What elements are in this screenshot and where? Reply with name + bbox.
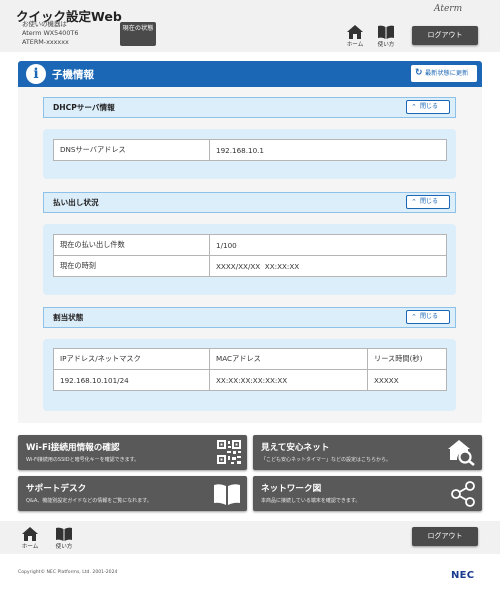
device-id: ATERM-xxxxxx [22, 38, 69, 46]
header: クイック設定Web お使いの機器は Aterm WX5400T6 ATERM-x… [0, 0, 500, 52]
lease-table: 現在の払い出し件数 1/100 現在の時刻 XXXX/XX/XX XX:XX:X… [53, 234, 447, 277]
table-header-row: IPアドレス/ネットマスク MACアドレス リース時間(秒) [53, 348, 447, 370]
nec-logo: NEC [451, 570, 475, 581]
wifi-info-desc: Wi-Fi接続用のSSIDと暗号化キーを確認できます。 [26, 457, 140, 463]
dhcp-section-header: DHCPサーバ情報 ⌃ 閉じる [43, 97, 456, 118]
footer-home-label: ホーム [21, 544, 39, 550]
book-icon [56, 527, 72, 541]
aterm-logo: Aterm [434, 4, 463, 14]
dhcp-close-button[interactable]: ⌃ 閉じる [406, 100, 450, 114]
lease-section-title: 払い出し状況 [53, 198, 99, 207]
device-model: Aterm WX5400T6 [22, 29, 79, 37]
current-time-label: 現在の時刻 [53, 255, 210, 277]
lease-count-value: 1/100 [209, 234, 447, 256]
table-row: 現在の払い出し件数 1/100 [53, 234, 447, 256]
network-map-title: ネットワーク図 [261, 484, 322, 494]
lease-section-header: 払い出し状況 ⌃ 閉じる [43, 192, 456, 213]
info-icon: i [26, 64, 46, 84]
chevron-up-icon: ⌃ [411, 198, 417, 206]
network-map-desc: 本商品に接続している端末を確認できます。 [261, 498, 361, 504]
dhcp-value-cell: 192.168.10.1 [209, 139, 447, 161]
home-icon [347, 25, 363, 39]
home-search-icon [448, 440, 475, 466]
book-icon [378, 25, 394, 39]
refresh-label: 最新状態に更新 [425, 70, 469, 77]
footer-logout-button[interactable]: ログアウト [412, 527, 478, 546]
wifi-info-link[interactable]: Wi-Fi接続用情報の確認 Wi-Fi接続用のSSIDと暗号化キーを確認できます… [18, 435, 247, 470]
home-icon [22, 527, 38, 541]
assign-table: IPアドレス/ネットマスク MACアドレス リース時間(秒) 192.168.1… [53, 348, 447, 391]
device-label: お使いの機器は [22, 20, 67, 28]
dhcp-label-cell: DNSサーバアドレス [53, 139, 210, 161]
support-desk-desc: Q&A、機能別設定ガイドなどの情報をご覧になれます。 [26, 498, 152, 504]
chevron-up-icon: ⌃ [411, 103, 417, 111]
table-row: 現在の時刻 XXXX/XX/XX XX:XX:XX [53, 255, 447, 277]
support-desk-link[interactable]: サポートデスク Q&A、機能別設定ガイドなどの情報をご覧になれます。 [18, 476, 247, 511]
assign-close-label: 閉じる [420, 313, 439, 320]
book-icon [214, 484, 240, 505]
table-row: DNSサーバアドレス 192.168.10.1 [53, 139, 447, 161]
current-time-value: XXXX/XX/XX XX:XX:XX [209, 255, 447, 277]
footer-bar: ホーム 使い方 ログアウト [0, 521, 500, 554]
footer-help-nav[interactable]: 使い方 [51, 527, 77, 550]
footer-home-nav[interactable]: ホーム [17, 527, 43, 550]
ip-cell: 192.168.10.101/24 [53, 369, 210, 391]
table-row: 192.168.10.101/24 XX:XX:XX:XX:XX:XX XXXX… [53, 369, 447, 391]
assign-section-title: 割当状態 [53, 313, 84, 322]
footer-help-label: 使い方 [55, 544, 73, 550]
dhcp-table: DNSサーバアドレス 192.168.10.1 [53, 139, 447, 161]
help-nav[interactable]: 使い方 [373, 25, 399, 48]
page-title: 子機情報 [52, 69, 94, 81]
assign-close-button[interactable]: ⌃ 閉じる [406, 310, 450, 324]
network-map-link[interactable]: ネットワーク図 本商品に接続している端末を確認できます。 [253, 476, 482, 511]
mac-header: MACアドレス [209, 348, 368, 370]
mac-cell: XX:XX:XX:XX:XX:XX [209, 369, 368, 391]
ip-header: IPアドレス/ネットマスク [53, 348, 210, 370]
assign-section-header: 割当状態 ⌃ 閉じる [43, 307, 456, 328]
qr-code-icon [217, 440, 241, 464]
safe-net-link[interactable]: 見えて安心ネット 「こども安心ネットタイマー」などの設定はこちらから。 [253, 435, 482, 470]
lease-time-cell: XXXXX [367, 369, 447, 391]
lease-close-button[interactable]: ⌃ 閉じる [406, 195, 450, 209]
safe-net-title: 見えて安心ネット [261, 443, 330, 453]
support-desk-title: サポートデスク [26, 484, 87, 494]
home-nav[interactable]: ホーム [342, 25, 368, 48]
lease-time-header: リース時間(秒) [367, 348, 447, 370]
home-label: ホーム [346, 42, 364, 48]
lease-close-label: 閉じる [420, 198, 439, 205]
page-title-bar: i 子機情報 ↻ 最新状態に更新 [18, 61, 482, 87]
device-info: お使いの機器は Aterm WX5400T6 ATERM-xxxxxx [22, 20, 78, 47]
copyright: Copyright© NEC Platforms, Ltd. 2001-2024 [18, 570, 118, 575]
help-label: 使い方 [377, 42, 395, 48]
current-status-button[interactable]: 現在の状態 [120, 22, 156, 46]
logout-button[interactable]: ログアウト [412, 26, 478, 45]
lease-count-label: 現在の払い出し件数 [53, 234, 210, 256]
safe-net-desc: 「こども安心ネットタイマー」などの設定はこちらから。 [261, 457, 392, 463]
wifi-info-title: Wi-Fi接続用情報の確認 [26, 443, 120, 453]
dhcp-section-title: DHCPサーバ情報 [53, 103, 115, 112]
refresh-button[interactable]: ↻ 最新状態に更新 [411, 65, 477, 82]
dhcp-close-label: 閉じる [420, 103, 439, 110]
chevron-up-icon: ⌃ [411, 313, 417, 321]
network-icon [451, 481, 475, 507]
refresh-icon: ↻ [415, 68, 423, 78]
